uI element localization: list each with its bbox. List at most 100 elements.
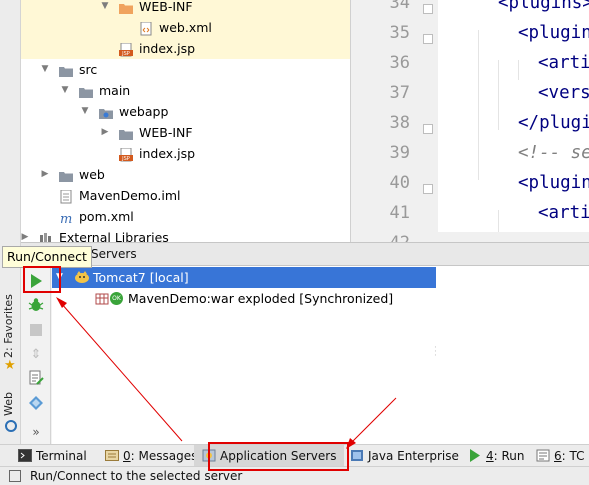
fold-marker-icon[interactable] — [423, 124, 433, 134]
tree-item[interactable]: ▼ webapp — [21, 101, 350, 122]
app-servers-header: Servers — [21, 242, 589, 266]
war-artifact-icon — [95, 293, 109, 305]
tool-tab-todo[interactable]: 6: TC — [528, 445, 589, 467]
expand-down-icon[interactable]: ▼ — [59, 80, 71, 101]
tree-item-label: web.xml — [159, 20, 212, 35]
line-number: 36 — [389, 53, 410, 73]
tree-item[interactable]: ▼ WEB-INF — [21, 0, 350, 17]
status-message: Run/Connect to the selected server — [30, 469, 243, 483]
tree-item[interactable]: ▼ src — [21, 59, 350, 80]
code-line: <artifactId> — [538, 53, 589, 73]
code-line: <plugins> — [498, 0, 589, 13]
line-number: 37 — [389, 83, 410, 103]
line-number: 39 — [389, 143, 410, 163]
project-tree[interactable]: ▼ WEB-INF web.xml JSP index.jsp ▼ src ▼ main ▼ web… — [21, 0, 350, 242]
tree-item[interactable]: ▶ WEB-INF — [21, 122, 350, 143]
tool-tab-messages[interactable]: 0: Messages — [97, 445, 205, 467]
deploy-button[interactable]: ⇕ — [26, 344, 46, 364]
folder-icon — [59, 63, 73, 77]
expand-right-icon[interactable]: ▶ — [99, 122, 111, 143]
indent-guide — [498, 60, 499, 130]
favorites-stripe-button[interactable]: 2: Favorites — [0, 282, 21, 362]
splitter-grip-icon[interactable]: · · · — [434, 344, 440, 361]
tree-item-label: WEB-INF — [139, 0, 193, 14]
tree-item[interactable]: ▶ External Libraries — [21, 227, 350, 242]
servers-tree[interactable]: ▼ Tomcat7 [local] OK MavenDemo:war explo… — [52, 266, 589, 444]
library-icon — [39, 231, 53, 242]
artifact-row[interactable]: OK MavenDemo:war exploded [Synchronized] — [52, 288, 436, 309]
tree-item[interactable]: JSP index.jsp — [21, 143, 350, 164]
artifact-diamond-icon — [29, 396, 43, 410]
expand-down-icon[interactable]: ▼ — [39, 59, 51, 80]
stop-button[interactable] — [26, 320, 46, 340]
code-line: <plugin> — [518, 173, 589, 193]
favorites-stripe-label: 2: Favorites — [2, 294, 15, 358]
horizontal-scrollbar[interactable] — [438, 232, 589, 242]
tool-tab-java-enterprise[interactable]: Java Enterprise — [342, 445, 467, 467]
tree-item[interactable]: m pom.xml — [21, 206, 350, 227]
tree-item-label: MavenDemo.iml — [79, 188, 181, 203]
tree-item-label: web — [79, 167, 105, 182]
line-number: 42 — [390, 233, 410, 242]
messages-icon — [105, 449, 119, 462]
maven-icon: m — [59, 210, 73, 227]
tree-item-label: main — [99, 83, 131, 98]
tool-tab-terminal[interactable]: Terminal — [10, 445, 95, 467]
tool-tab-label: : TC — [561, 449, 585, 463]
line-number: 40 — [389, 173, 410, 193]
tool-window-bar: Terminal 0: Messages Application Servers Ja… — [0, 444, 589, 467]
tomcat-icon — [75, 271, 89, 283]
server-row-tomcat[interactable]: ▼ Tomcat7 [local] — [52, 267, 436, 288]
debug-bug-icon — [28, 298, 44, 311]
deploy-arrows-icon: ⇕ — [30, 346, 42, 362]
tree-item-label: pom.xml — [79, 209, 134, 224]
tool-tab-mnemonic: 0 — [123, 449, 131, 463]
folder-icon — [119, 126, 133, 140]
more-actions-button[interactable]: » — [26, 422, 46, 442]
web-stripe-label: Web — [2, 392, 15, 416]
tree-item-label: index.jsp — [139, 41, 196, 56]
tree-item-label: src — [79, 62, 98, 77]
expand-down-icon[interactable]: ▼ — [99, 0, 111, 17]
expand-right-icon[interactable]: ▶ — [21, 227, 31, 242]
run-connect-button[interactable] — [26, 271, 46, 291]
tree-item[interactable]: web.xml — [21, 17, 350, 38]
app-servers-toolbar: ⇕ » — [22, 266, 51, 444]
java-enterprise-icon — [350, 449, 364, 462]
tree-item[interactable]: JSP index.jsp — [21, 38, 350, 59]
panel-title: Servers — [91, 247, 137, 261]
star-icon: ★ — [4, 358, 16, 373]
tool-tab-label: Java Enterprise — [368, 449, 459, 463]
edit-config-icon — [29, 370, 44, 385]
tool-tab-label: Terminal — [36, 449, 87, 463]
tree-item[interactable]: MavenDemo.iml — [21, 185, 350, 206]
tool-tab-mnemonic: 4 — [486, 449, 494, 463]
expand-right-icon[interactable]: ▶ — [39, 164, 51, 185]
line-number: 34 — [389, 0, 410, 13]
line-number: 35 — [389, 23, 410, 43]
tool-tab-label: Application Servers — [220, 449, 337, 463]
run-icon — [468, 449, 482, 462]
code-editor[interactable]: <plugins> <plugin> <artifactId> <version> </… — [438, 0, 589, 242]
svg-text:m: m — [60, 212, 72, 225]
status-panel-icon[interactable] — [9, 470, 21, 482]
fold-marker-icon[interactable] — [423, 34, 433, 44]
tool-tab-label: : Run — [493, 449, 525, 463]
tool-tab-app-servers[interactable]: Application Servers — [194, 445, 345, 467]
expand-down-icon: ▼ — [56, 272, 63, 282]
jsp-file-icon: JSP — [119, 42, 133, 57]
expand-down-icon[interactable]: ▼ — [79, 101, 91, 122]
web-folder-icon — [99, 105, 113, 119]
fold-marker-icon[interactable] — [423, 4, 433, 14]
debug-button[interactable] — [26, 295, 46, 315]
tree-item-label: WEB-INF — [139, 125, 193, 140]
line-number: 41 — [389, 203, 410, 223]
artifacts-button[interactable] — [26, 393, 46, 413]
tree-item[interactable]: ▶ web — [21, 164, 350, 185]
tool-tab-run[interactable]: 4: Run — [460, 445, 533, 467]
edit-configuration-button[interactable] — [26, 368, 46, 388]
tree-item-label: External Libraries — [59, 230, 169, 242]
fold-marker-icon[interactable] — [423, 184, 433, 194]
tree-item[interactable]: ▼ main — [21, 80, 350, 101]
tool-tab-mnemonic: 6 — [554, 449, 562, 463]
